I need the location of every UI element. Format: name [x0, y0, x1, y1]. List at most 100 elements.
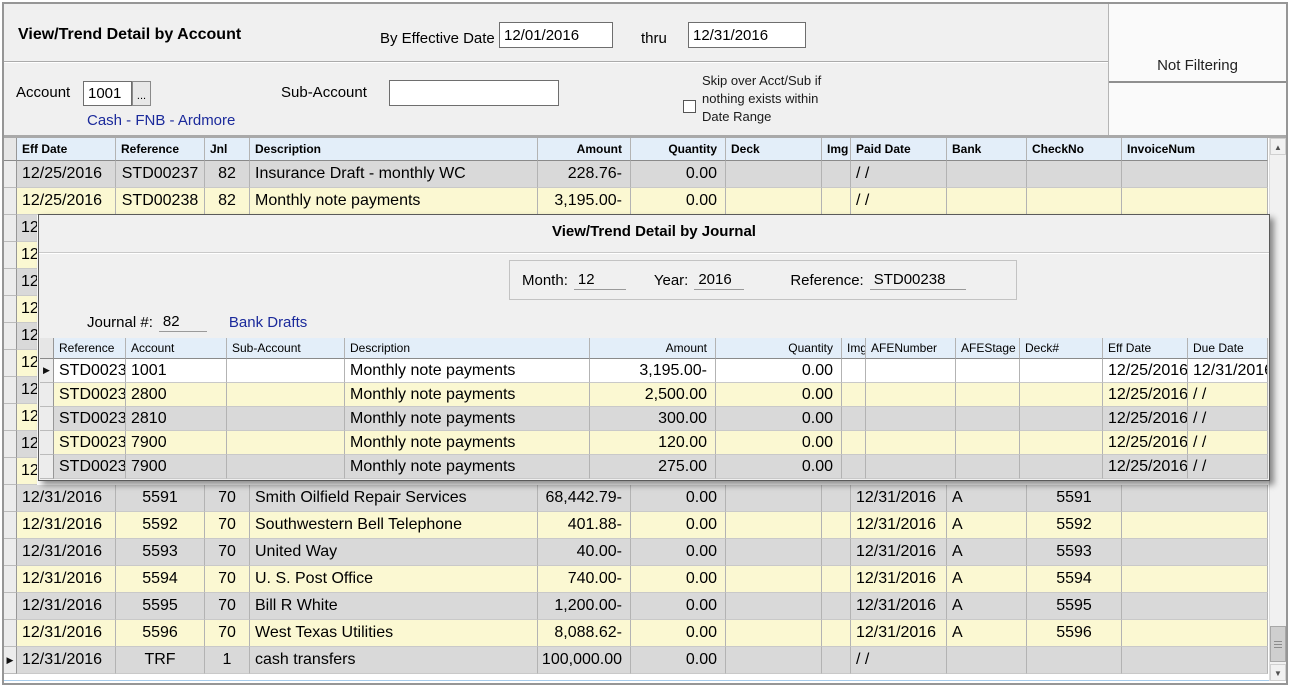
table-row[interactable]: 12/31/2016559370United Way40.00-0.0012/3…: [4, 539, 1268, 566]
table-row[interactable]: 12/25/2016STD0023782Insurance Draft - mo…: [4, 161, 1268, 188]
cell[interactable]: A: [947, 512, 1027, 539]
cell[interactable]: 740.00-: [538, 566, 631, 593]
cell[interactable]: [726, 161, 822, 188]
row-selector[interactable]: [4, 539, 17, 566]
cell[interactable]: / /: [851, 647, 947, 674]
cell[interactable]: 12/31/2016: [851, 512, 947, 539]
column-header-afenumber[interactable]: AFENumber: [866, 338, 956, 359]
cell[interactable]: [1122, 593, 1268, 620]
cell[interactable]: [822, 512, 851, 539]
column-header-paid-date[interactable]: Paid Date: [851, 138, 947, 161]
cell[interactable]: [227, 431, 345, 455]
row-selector[interactable]: ▶: [4, 647, 17, 674]
cell[interactable]: / /: [1188, 455, 1268, 479]
not-filtering-button[interactable]: Not Filtering: [1109, 52, 1286, 79]
cell[interactable]: 275.00: [590, 455, 716, 479]
cell[interactable]: 2,500.00: [590, 383, 716, 407]
column-header-eff-date[interactable]: Eff Date: [17, 138, 116, 161]
cell[interactable]: 0.00: [631, 512, 726, 539]
table-row[interactable]: 12/31/2016559270Southwestern Bell Teleph…: [4, 512, 1268, 539]
cell[interactable]: West Texas Utilities: [250, 620, 538, 647]
column-header-img[interactable]: Img: [842, 338, 866, 359]
cell[interactable]: 1,200.00-: [538, 593, 631, 620]
cell[interactable]: 5595: [116, 593, 205, 620]
cell[interactable]: [726, 620, 822, 647]
cell[interactable]: Southwestern Bell Telephone: [250, 512, 538, 539]
cell[interactable]: [1122, 620, 1268, 647]
column-header-description[interactable]: Description: [250, 138, 538, 161]
cell[interactable]: [822, 566, 851, 593]
cell[interactable]: [822, 161, 851, 188]
cell[interactable]: [866, 455, 956, 479]
row-selector[interactable]: [40, 455, 54, 479]
cell[interactable]: [1122, 512, 1268, 539]
vertical-scrollbar[interactable]: ▲ ▼: [1269, 138, 1286, 681]
cell[interactable]: 40.00-: [538, 539, 631, 566]
cell[interactable]: 5592: [1027, 512, 1122, 539]
cell[interactable]: 228.76-: [538, 161, 631, 188]
column-header-bank[interactable]: Bank: [947, 138, 1027, 161]
row-selector[interactable]: [4, 242, 17, 269]
column-header-deck[interactable]: Deck: [726, 138, 822, 161]
row-selector[interactable]: [4, 323, 17, 350]
cell[interactable]: Monthly note payments: [345, 383, 590, 407]
cell[interactable]: [947, 161, 1027, 188]
cell[interactable]: [227, 455, 345, 479]
table-row[interactable]: STD002382800Monthly note payments2,500.0…: [40, 383, 1268, 407]
row-selector[interactable]: [4, 269, 17, 296]
cell[interactable]: 5596: [1027, 620, 1122, 647]
row-selector[interactable]: [4, 296, 17, 323]
cell[interactable]: 12/31/2016: [851, 566, 947, 593]
cell[interactable]: 0.00: [716, 431, 842, 455]
table-row-partially-hidden[interactable]: 12: [4, 296, 38, 323]
cell[interactable]: 5594: [1027, 566, 1122, 593]
cell[interactable]: [822, 647, 851, 674]
cell[interactable]: Monthly note payments: [250, 188, 538, 215]
row-selector[interactable]: [4, 188, 17, 215]
cell[interactable]: 0.00: [631, 188, 726, 215]
column-header-invoicenum[interactable]: InvoiceNum: [1122, 138, 1268, 161]
skip-checkbox[interactable]: [683, 100, 696, 113]
cell[interactable]: cash transfers: [250, 647, 538, 674]
cell[interactable]: 120.00: [590, 431, 716, 455]
cell[interactable]: [1122, 539, 1268, 566]
row-selector[interactable]: [4, 485, 17, 512]
cell[interactable]: 12/25/2016: [17, 161, 116, 188]
cell[interactable]: [1027, 161, 1122, 188]
column-header-deck-[interactable]: Deck#: [1020, 338, 1103, 359]
cell[interactable]: 12/31/2016: [17, 539, 116, 566]
table-row[interactable]: STD002382810Monthly note payments300.000…: [40, 407, 1268, 431]
cell[interactable]: STD00238: [54, 383, 126, 407]
cell[interactable]: [956, 407, 1020, 431]
account-input[interactable]: [83, 81, 132, 106]
cell[interactable]: Monthly note payments: [345, 455, 590, 479]
table-row[interactable]: ▶STD002381001Monthly note payments3,195.…: [40, 359, 1268, 383]
cell[interactable]: [866, 431, 956, 455]
cell[interactable]: [227, 383, 345, 407]
cell[interactable]: / /: [1188, 407, 1268, 431]
cell[interactable]: 0.00: [716, 383, 842, 407]
cell[interactable]: 70: [205, 620, 250, 647]
cell[interactable]: 70: [205, 539, 250, 566]
cell[interactable]: 5591: [1027, 485, 1122, 512]
cell[interactable]: [822, 539, 851, 566]
table-row[interactable]: STD002387900Monthly note payments120.000…: [40, 431, 1268, 455]
cell[interactable]: [947, 647, 1027, 674]
column-header-jnl[interactable]: Jnl: [205, 138, 250, 161]
cell[interactable]: 12/31/2016: [851, 620, 947, 647]
column-header-reference[interactable]: Reference: [54, 338, 126, 359]
column-header-quantity[interactable]: Quantity: [716, 338, 842, 359]
cell[interactable]: [726, 647, 822, 674]
month-value[interactable]: 12: [574, 271, 626, 290]
cell[interactable]: 12/31/2016: [17, 647, 116, 674]
cell[interactable]: 7900: [126, 431, 227, 455]
cell[interactable]: [822, 188, 851, 215]
cell[interactable]: 0.00: [716, 455, 842, 479]
cell[interactable]: / /: [1188, 383, 1268, 407]
cell[interactable]: 70: [205, 485, 250, 512]
cell[interactable]: [956, 455, 1020, 479]
cell[interactable]: 82: [205, 161, 250, 188]
row-selector[interactable]: [4, 215, 17, 242]
row-selector[interactable]: [4, 161, 17, 188]
cell[interactable]: 100,000.00: [538, 647, 631, 674]
